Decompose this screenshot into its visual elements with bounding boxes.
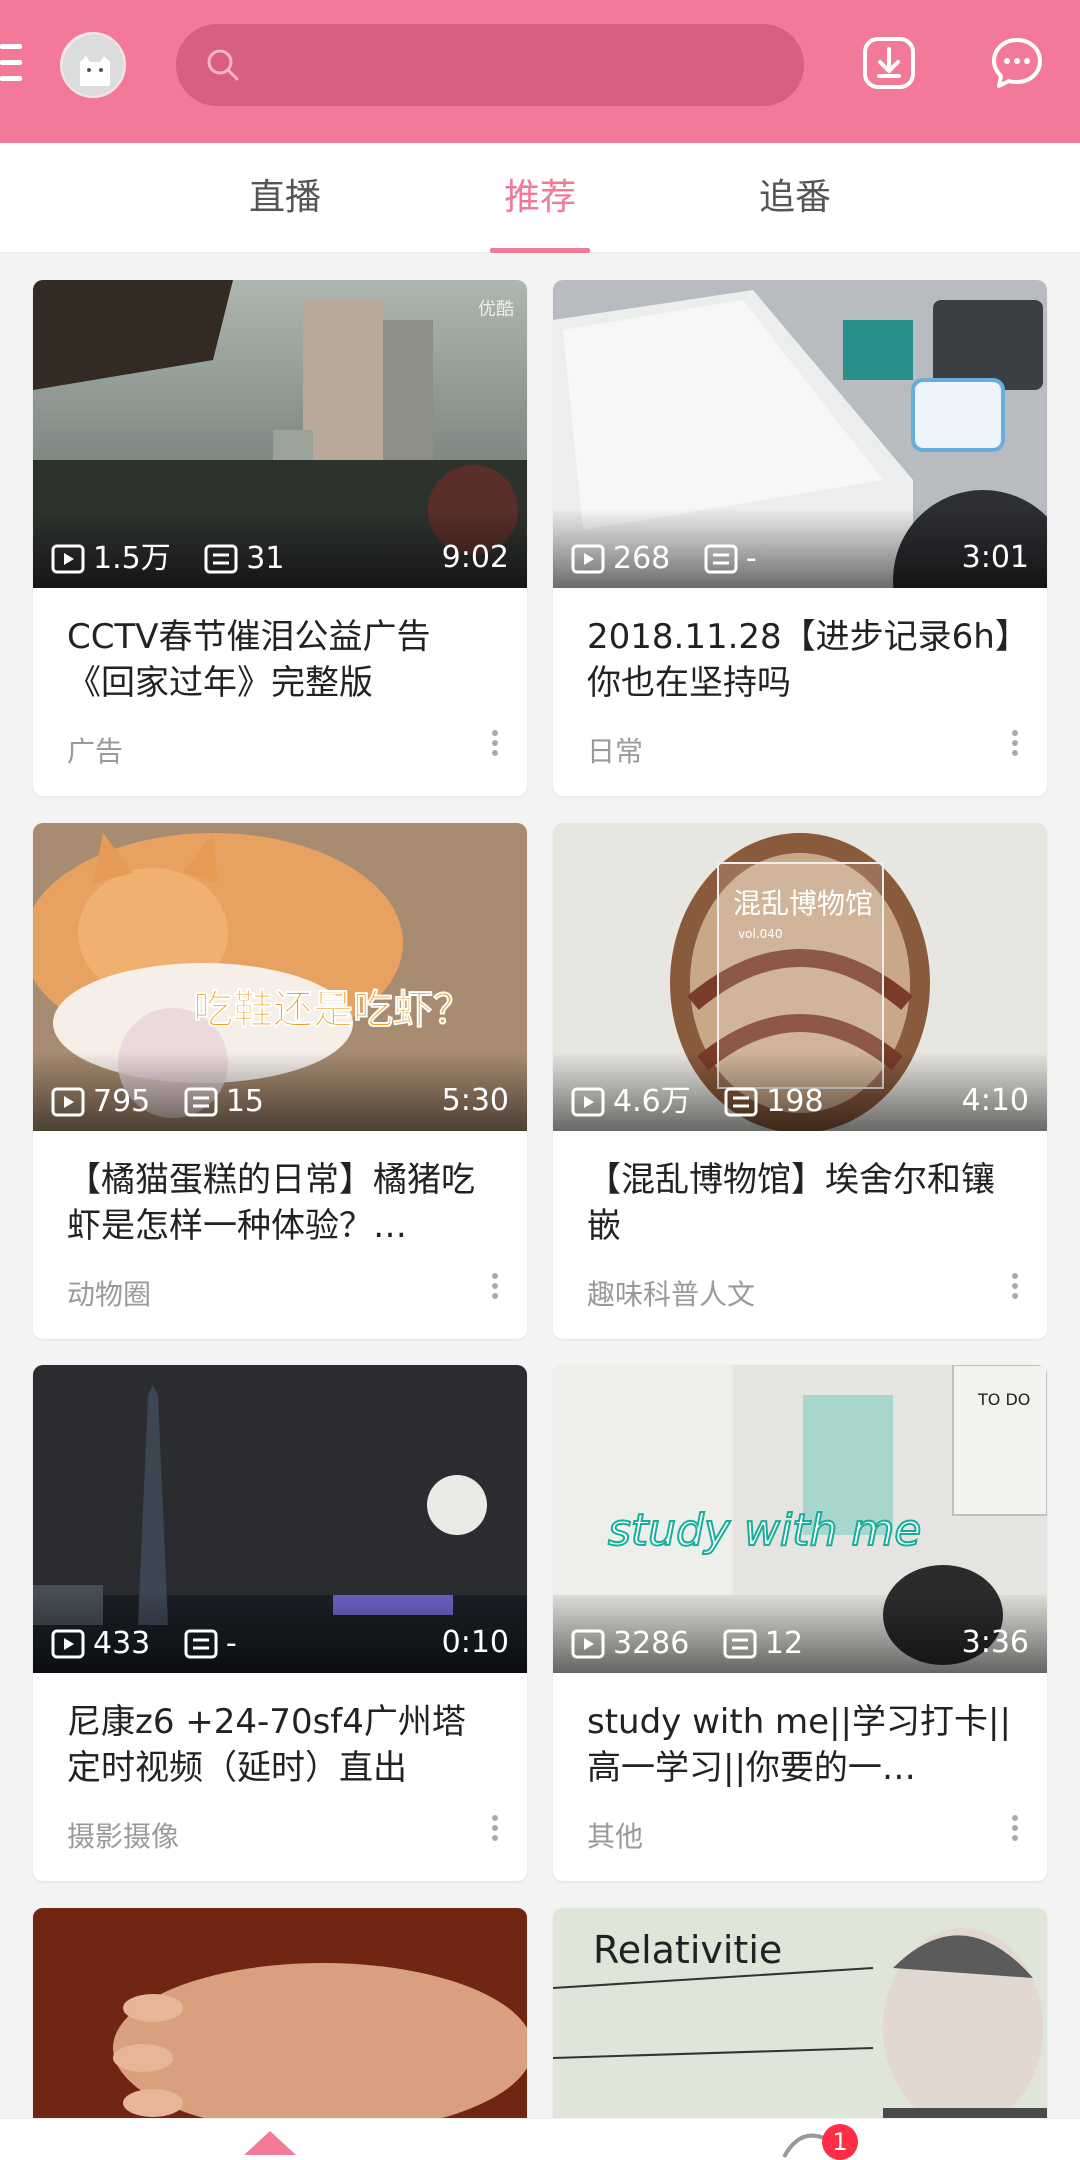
danmaku-count: - [745, 540, 757, 576]
video-stats: 795 15 5:30 [51, 1079, 509, 1123]
avatar[interactable] [60, 32, 126, 98]
play-count-icon [51, 1087, 85, 1116]
video-stats: 1.5万 31 9:02 [51, 536, 509, 580]
play-count: 795 [93, 1083, 151, 1119]
play-count-icon [51, 1629, 85, 1658]
danmaku-icon [724, 1087, 758, 1116]
video-duration: 5:30 [441, 1083, 509, 1118]
video-duration: 0:10 [441, 1625, 509, 1660]
danmaku-icon [723, 1629, 757, 1658]
video-category[interactable]: 其他 [587, 1815, 643, 1855]
video-title[interactable]: 2018.11.28【进步记录6h】你也在坚持吗 [587, 614, 1017, 706]
play-count-icon [51, 544, 85, 573]
more-options-icon[interactable] [485, 1269, 505, 1309]
thumbnail-note-text: TO DO [977, 1390, 1030, 1409]
video-thumbnail[interactable]: TO DO study with me 3286 12 3:36 [553, 1365, 1047, 1673]
play-count: 3286 [613, 1625, 690, 1661]
top-app-bar [0, 0, 1080, 143]
search-input[interactable] [256, 42, 776, 88]
danmaku-count: 12 [764, 1625, 804, 1661]
video-stats: 4.6万 198 4:10 [571, 1079, 1029, 1123]
search-bar[interactable] [176, 24, 804, 106]
danmaku-count: 198 [766, 1083, 824, 1119]
tab-recommend[interactable]: 推荐 [470, 143, 610, 253]
more-options-icon[interactable] [1005, 1811, 1025, 1851]
video-category[interactable]: 摄影摄像 [67, 1815, 179, 1855]
tab-label: 追番 [758, 177, 831, 218]
home-icon[interactable] [240, 2125, 300, 2160]
danmaku-icon [704, 544, 738, 573]
video-duration: 4:10 [961, 1083, 1029, 1118]
video-card[interactable]: 268 - 3:01 2018.11.28【进步记录6h】你也在坚持吗 日常 [553, 280, 1047, 796]
play-count: 268 [613, 540, 671, 576]
video-thumbnail[interactable]: 优酷 1.5万 31 9:02 [33, 280, 527, 588]
video-thumbnail[interactable]: 433 - 0:10 [33, 1365, 527, 1673]
notification-badge: 1 [822, 2124, 858, 2160]
more-options-icon[interactable] [1005, 726, 1025, 766]
thumbnail-overlay-subtext: vol.040 [738, 927, 783, 941]
video-category[interactable]: 趣味科普人文 [587, 1273, 755, 1313]
danmaku-count: 31 [246, 540, 285, 576]
video-title[interactable]: 尼康z6 +24-70sf4广州塔定时视频（延时）直出 [67, 1699, 497, 1791]
video-thumbnail[interactable]: 268 - 3:01 [553, 280, 1047, 588]
download-icon[interactable] [862, 36, 916, 90]
tab-bangumi[interactable]: 追番 [725, 143, 865, 253]
video-duration: 3:36 [961, 1625, 1029, 1660]
video-category[interactable]: 动物圈 [67, 1273, 151, 1313]
video-card[interactable]: 433 - 0:10 尼康z6 +24-70sf4广州塔定时视频（延时）直出 摄… [33, 1365, 527, 1881]
tab-bar: 直播 推荐 追番 [0, 143, 1080, 253]
tab-live[interactable]: 直播 [215, 143, 355, 253]
thumbnail-overlay-text: 吃鞋还是吃虾？ [193, 987, 473, 1033]
menu-icon[interactable] [0, 44, 22, 84]
tab-indicator [490, 248, 590, 253]
video-category[interactable]: 广告 [67, 730, 123, 770]
bottom-navigation [0, 2118, 1080, 2160]
video-card[interactable]: 混乱博物馆 vol.040 4.6万 198 4:10 【混乱博物馆】埃舍尔和镶… [553, 823, 1047, 1339]
danmaku-icon [204, 544, 238, 573]
thumbnail-watermark: 优酷 [478, 299, 514, 320]
play-count: 433 [93, 1625, 151, 1661]
danmaku-count: - [225, 1625, 237, 1661]
video-stats: 268 - 3:01 [571, 536, 1029, 580]
tab-label: 直播 [248, 177, 321, 218]
play-count: 4.6万 [613, 1083, 691, 1119]
video-stats: 3286 12 3:36 [571, 1621, 1029, 1665]
video-thumbnail[interactable]: 吃鞋还是吃虾？ 795 15 5:30 [33, 823, 527, 1131]
play-count-icon [571, 1087, 605, 1116]
thumbnail-overlay-text: Relativitie [593, 1928, 782, 1972]
tab-label: 推荐 [503, 177, 576, 218]
video-category[interactable]: 日常 [587, 730, 643, 770]
play-count-icon [571, 544, 605, 573]
video-title[interactable]: CCTV春节催泪公益广告《回家过年》完整版 [67, 614, 497, 706]
video-title[interactable]: study with me||学习打卡||高一学习||你要的一… [587, 1699, 1017, 1791]
danmaku-icon [184, 1087, 218, 1116]
video-stats: 433 - 0:10 [51, 1621, 509, 1665]
video-card[interactable]: TO DO study with me 3286 12 3:36 study w… [553, 1365, 1047, 1881]
video-card[interactable]: 优酷 1.5万 31 9:02 CCTV春节催泪公益广告《回家过年》完整版 广告 [33, 280, 527, 796]
video-title[interactable]: 【橘猫蛋糕的日常】橘猪吃虾是怎样一种体验？… [67, 1157, 497, 1249]
video-duration: 9:02 [441, 540, 509, 575]
more-options-icon[interactable] [485, 726, 505, 766]
video-thumbnail[interactable]: 混乱博物馆 vol.040 4.6万 198 4:10 [553, 823, 1047, 1131]
search-icon [207, 49, 239, 81]
more-options-icon[interactable] [1005, 1269, 1025, 1309]
video-duration: 3:01 [961, 540, 1029, 575]
danmaku-count: 15 [225, 1083, 264, 1119]
more-options-icon[interactable] [485, 1811, 505, 1851]
play-count-icon [571, 1629, 605, 1658]
message-icon[interactable] [990, 36, 1044, 90]
thumbnail-overlay-text: study with me [608, 1505, 921, 1556]
play-count: 1.5万 [93, 540, 171, 576]
thumbnail-overlay-text: 混乱博物馆 [733, 887, 873, 920]
video-title[interactable]: 【混乱博物馆】埃舍尔和镶嵌 [587, 1157, 1017, 1249]
video-card[interactable]: 吃鞋还是吃虾？ 795 15 5:30 【橘猫蛋糕的日常】橘猪吃虾是怎样一种体验… [33, 823, 527, 1339]
danmaku-icon [184, 1629, 218, 1658]
